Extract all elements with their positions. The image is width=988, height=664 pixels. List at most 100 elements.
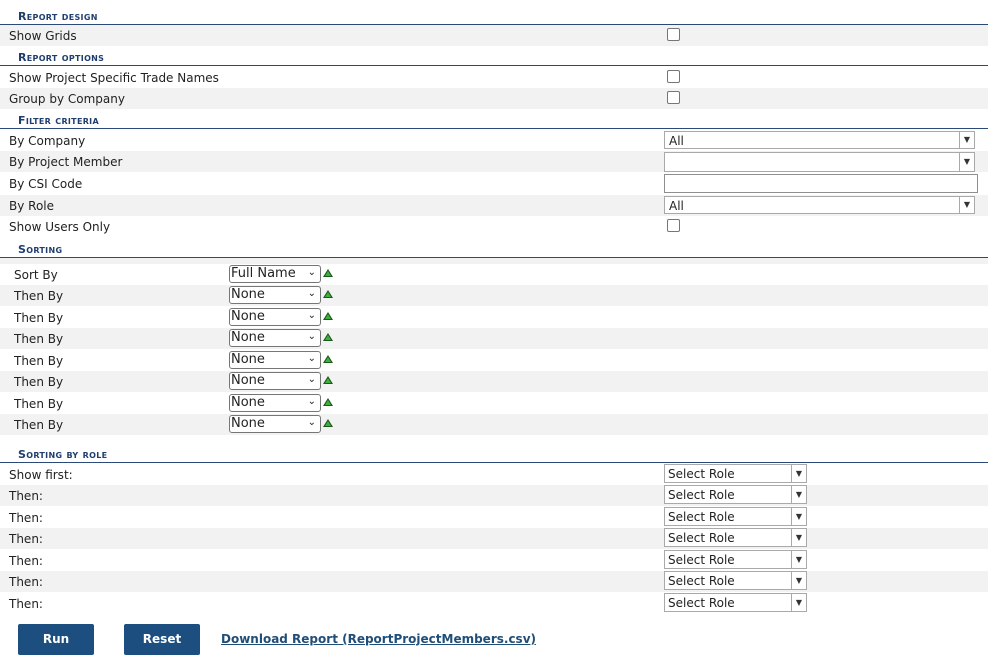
trade-names-checkbox[interactable] <box>667 70 680 83</box>
group-by-company-label: Group by Company <box>9 92 125 106</box>
role-select[interactable]: Select Role ▼ <box>664 571 807 590</box>
sort-ascending-icon[interactable] <box>323 290 333 298</box>
role-select[interactable]: Select Role ▼ <box>664 507 807 526</box>
run-button[interactable]: Run <box>18 624 94 655</box>
sort-row: Then By None ⌄ <box>0 393 988 414</box>
chevron-down-icon: ⌄ <box>307 288 316 299</box>
role-sort-row: Then: Select Role ▼ <box>0 571 988 592</box>
section-title: Report options <box>18 51 105 64</box>
dropdown-arrow-icon[interactable]: ▼ <box>791 594 806 611</box>
role-select[interactable]: Select Role ▼ <box>664 550 807 569</box>
role-select-value: Select Role <box>668 488 735 502</box>
sort-field-select[interactable]: None ⌄ <box>229 372 321 390</box>
dropdown-arrow-icon[interactable]: ▼ <box>959 132 974 148</box>
by-role-label: By Role <box>9 199 55 213</box>
role-sort-row: Then: Select Role ▼ <box>0 507 988 528</box>
role-select-value: Select Role <box>668 510 735 524</box>
section-filter-criteria: Filter criteria <box>0 110 988 129</box>
sort-field-select[interactable]: None ⌄ <box>229 329 321 347</box>
sort-ascending-icon[interactable] <box>323 398 333 406</box>
role-sort-label: Then: <box>9 554 43 568</box>
chevron-down-icon: ⌄ <box>307 353 316 364</box>
sort-field-select[interactable]: Full Name ⌄ <box>229 265 321 283</box>
sort-label: Then By <box>14 375 64 389</box>
by-company-select[interactable]: All ▼ <box>664 131 975 149</box>
row-by-role: By Role All ▼ <box>0 195 988 216</box>
role-sort-row: Then: Select Role ▼ <box>0 485 988 506</box>
sort-label: Then By <box>14 354 64 368</box>
download-report-link[interactable]: Download Report (ReportProjectMembers.cs… <box>221 632 536 646</box>
dropdown-arrow-icon[interactable]: ▼ <box>791 551 806 568</box>
sort-row: Then By None ⌄ <box>0 350 988 371</box>
sort-row: Sort By Full Name ⌄ <box>0 264 988 285</box>
row-trade-names: Show Project Specific Trade Names <box>0 67 988 88</box>
sort-ascending-icon[interactable] <box>323 355 333 363</box>
show-users-only-label: Show Users Only <box>9 220 111 234</box>
sort-row: Then By None ⌄ <box>0 285 988 306</box>
chevron-down-icon: ⌄ <box>307 310 316 321</box>
row-group-by-company: Group by Company <box>0 88 988 109</box>
sort-ascending-icon[interactable] <box>323 269 333 277</box>
show-users-only-checkbox[interactable] <box>667 219 680 232</box>
sort-ascending-icon[interactable] <box>323 376 333 384</box>
sort-field-value: None <box>231 309 265 324</box>
sort-row: Then By None ⌄ <box>0 414 988 435</box>
role-select-value: Select Role <box>668 574 735 588</box>
role-sort-row: Then: Select Role ▼ <box>0 528 988 549</box>
sort-field-select[interactable]: None ⌄ <box>229 394 321 412</box>
sort-label: Then By <box>14 418 64 432</box>
dropdown-arrow-icon[interactable]: ▼ <box>959 153 974 171</box>
sort-label: Sort By <box>14 268 58 282</box>
dropdown-arrow-icon[interactable]: ▼ <box>791 572 806 589</box>
row-show-grids: Show Grids <box>0 25 988 46</box>
dropdown-arrow-icon[interactable]: ▼ <box>959 197 974 213</box>
role-select[interactable]: Select Role ▼ <box>664 485 807 504</box>
section-sorting-by-role: Sorting by role <box>0 444 988 463</box>
sort-row: Then By None ⌄ <box>0 328 988 349</box>
by-company-value: All <box>669 134 684 148</box>
role-sort-row: Then: Select Role ▼ <box>0 593 988 614</box>
sort-ascending-icon[interactable] <box>323 419 333 427</box>
role-select[interactable]: Select Role ▼ <box>664 593 807 612</box>
dropdown-arrow-icon[interactable]: ▼ <box>791 465 806 482</box>
row-by-project-member: By Project Member ▼ <box>0 151 988 172</box>
sort-field-select[interactable]: None ⌄ <box>229 308 321 326</box>
trade-names-label: Show Project Specific Trade Names <box>9 71 219 85</box>
role-sort-label: Then: <box>9 597 43 611</box>
sort-field-value: None <box>231 287 265 302</box>
sort-field-select[interactable]: None ⌄ <box>229 351 321 369</box>
by-project-member-label: By Project Member <box>9 155 123 169</box>
sort-field-value: None <box>231 352 265 367</box>
sort-ascending-icon[interactable] <box>323 333 333 341</box>
by-project-member-select[interactable]: ▼ <box>664 152 975 172</box>
sort-field-select[interactable]: None ⌄ <box>229 286 321 304</box>
role-select[interactable]: Select Role ▼ <box>664 528 807 547</box>
row-by-company: By Company All ▼ <box>0 130 988 151</box>
sort-ascending-icon[interactable] <box>323 312 333 320</box>
role-select[interactable]: Select Role ▼ <box>664 464 807 483</box>
group-by-company-checkbox[interactable] <box>667 91 680 104</box>
show-grids-checkbox[interactable] <box>667 28 680 41</box>
by-role-select[interactable]: All ▼ <box>664 196 975 214</box>
role-sort-label: Then: <box>9 489 43 503</box>
chevron-down-icon: ⌄ <box>307 374 316 385</box>
dropdown-arrow-icon[interactable]: ▼ <box>791 529 806 546</box>
sort-label: Then By <box>14 311 64 325</box>
by-company-label: By Company <box>9 134 86 148</box>
sort-row: Then By None ⌄ <box>0 371 988 392</box>
role-sort-label: Then: <box>9 575 43 589</box>
dropdown-arrow-icon[interactable]: ▼ <box>791 508 806 525</box>
chevron-down-icon: ⌄ <box>307 417 316 428</box>
role-sort-label: Show first: <box>9 468 73 482</box>
sort-field-value: None <box>231 330 265 345</box>
role-select-value: Select Role <box>668 467 735 481</box>
sort-label: Then By <box>14 289 64 303</box>
section-report-options: Report options <box>0 47 988 66</box>
sort-field-select[interactable]: None ⌄ <box>229 415 321 433</box>
chevron-down-icon: ⌄ <box>307 396 316 407</box>
reset-button[interactable]: Reset <box>124 624 200 655</box>
dropdown-arrow-icon[interactable]: ▼ <box>791 486 806 503</box>
by-csi-code-input[interactable] <box>664 174 978 193</box>
section-report-design: Report design <box>0 6 988 25</box>
role-select-value: Select Role <box>668 553 735 567</box>
